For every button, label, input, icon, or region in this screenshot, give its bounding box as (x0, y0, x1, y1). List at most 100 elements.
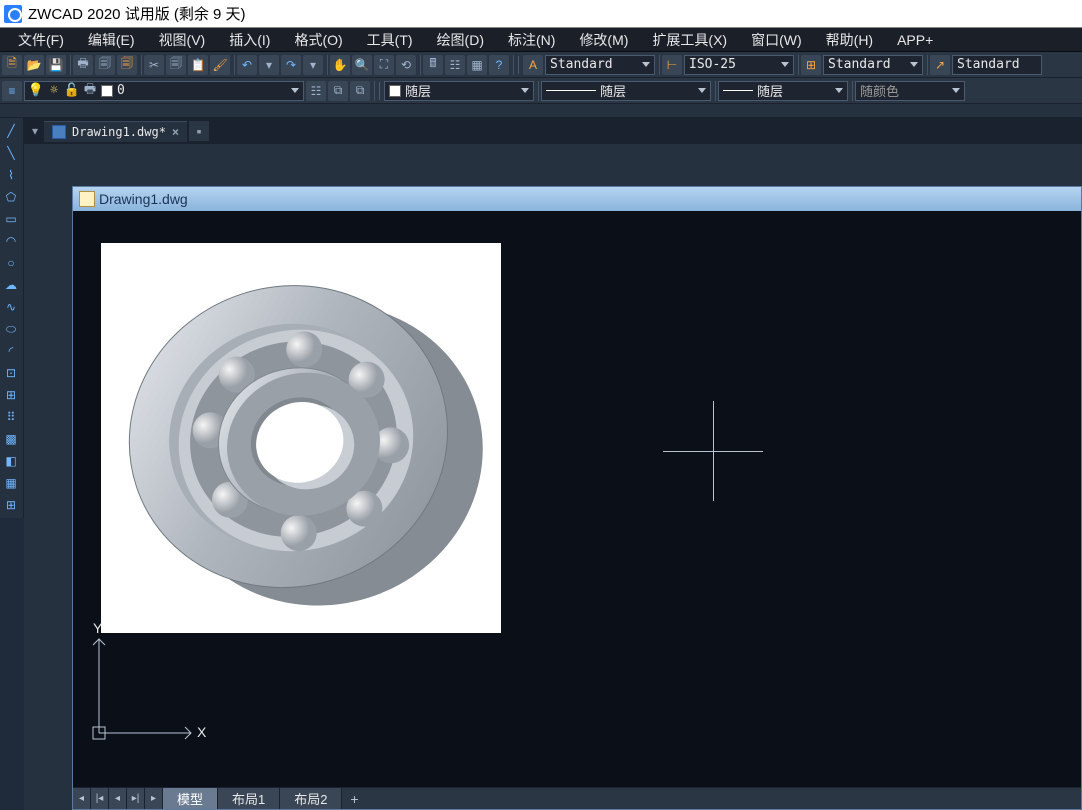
layer-state-icon[interactable]: ☷ (306, 81, 326, 101)
drawing-canvas[interactable]: X Y (73, 211, 1081, 787)
table-style-select[interactable]: Standard (823, 55, 923, 75)
layer-lightbulb-icon: 💡 (29, 84, 43, 98)
rectangle-icon[interactable]: ▭ (2, 210, 20, 228)
window-title: ZWCAD 2020 试用版 (剩余 9 天) (28, 3, 246, 24)
plotstyle-select[interactable]: 随颜色 (855, 81, 965, 101)
ucs-icon: X Y (81, 621, 211, 751)
gradient-icon[interactable]: ◧ (2, 452, 20, 470)
table-style-icon[interactable]: ⊞ (801, 55, 821, 75)
menu-format[interactable]: 格式(O) (282, 27, 354, 53)
undo-icon[interactable]: ↶ (237, 55, 257, 75)
multileader-style-select[interactable]: Standard (952, 55, 1042, 75)
document-tab[interactable]: Drawing1.dwg* × (44, 121, 187, 142)
color-value: 随层 (405, 81, 431, 100)
line-icon[interactable]: ╱ (2, 122, 20, 140)
text-style-select[interactable]: Standard (545, 55, 655, 75)
insert-block-icon[interactable]: ⊡ (2, 364, 20, 382)
dropdown-icon (952, 88, 960, 93)
arc-icon[interactable]: ◠ (2, 232, 20, 250)
drawing-window: Drawing1.dwg (72, 186, 1082, 810)
layer-isolate-icon[interactable]: ⧉ (350, 81, 370, 101)
properties-icon[interactable]: ☷ (445, 55, 465, 75)
pan-icon[interactable]: ✋ (330, 55, 350, 75)
draw-toolbar: ╱ ╲ ⌇ ⬠ ▭ ◠ ○ ☁ ∿ ⬭ ◜ ⊡ ⊞ ⠿ ▩ ◧ ▦ ⊞ (0, 118, 24, 518)
copy-icon[interactable]: 🗐 (166, 55, 186, 75)
hatch-icon[interactable]: ▩ (2, 430, 20, 448)
cut-icon[interactable]: ✂ (144, 55, 164, 75)
circle-icon[interactable]: ○ (2, 254, 20, 272)
ellipse-icon[interactable]: ⬭ (2, 320, 20, 338)
zoom-window-icon[interactable]: ⛶ (374, 55, 394, 75)
add-layout-icon[interactable]: + (342, 788, 366, 809)
ucs-x-label: X (197, 724, 207, 740)
layer-color-swatch (101, 85, 113, 97)
redo-icon[interactable]: ↷ (281, 55, 301, 75)
layer-manager-icon[interactable]: ≡ (2, 81, 22, 101)
new-tab-button[interactable]: ▪ (189, 121, 209, 141)
layout-tabs-strip: ◂ |◂ ◂ ▸| ▸ 模型 布局1 布局2 + (73, 787, 1081, 809)
tab-last-icon[interactable]: ▸| (127, 788, 145, 809)
tab-prev-icon[interactable]: |◂ (91, 788, 109, 809)
linetype-select[interactable]: 随层 (541, 81, 711, 101)
polygon-icon[interactable]: ⬠ (2, 188, 20, 206)
layout2-tab[interactable]: 布局2 (280, 788, 342, 809)
layer-print-icon: 🖶 (83, 84, 97, 98)
bearing-illustration-icon (101, 243, 501, 633)
menu-express[interactable]: 扩展工具(X) (640, 27, 739, 53)
menu-view[interactable]: 视图(V) (147, 27, 218, 53)
menu-draw[interactable]: 绘图(D) (425, 27, 496, 53)
save-file-icon[interactable]: 💾 (46, 55, 66, 75)
menu-app[interactable]: APP+ (885, 29, 945, 51)
close-tab-icon[interactable]: × (172, 125, 179, 139)
menubar: 文件(F) 编辑(E) 视图(V) 插入(I) 格式(O) 工具(T) 绘图(D… (0, 28, 1082, 52)
match-properties-icon[interactable]: 🖌 (210, 55, 230, 75)
xline-icon[interactable]: ╲ (2, 144, 20, 162)
layer-name: 0 (117, 83, 125, 98)
redo-dropdown-icon[interactable]: ▾ (303, 55, 323, 75)
layout1-tab[interactable]: 布局1 (218, 788, 280, 809)
region-icon[interactable]: ▦ (2, 474, 20, 492)
point-icon[interactable]: ⠿ (2, 408, 20, 426)
color-select[interactable]: 随层 (384, 81, 534, 101)
zoom-previous-icon[interactable]: ⟲ (396, 55, 416, 75)
open-file-icon[interactable]: 📂 (24, 55, 44, 75)
ellipse-arc-icon[interactable]: ◜ (2, 342, 20, 360)
tab-first-icon[interactable]: ◂ (73, 788, 91, 809)
design-center-icon[interactable]: ▦ (467, 55, 487, 75)
table-icon[interactable]: ⊞ (2, 496, 20, 514)
menu-edit[interactable]: 编辑(E) (76, 27, 147, 53)
publish-icon[interactable]: 🗐 (117, 55, 137, 75)
dim-style-select[interactable]: ISO-25 (684, 55, 794, 75)
drawing-window-titlebar[interactable]: Drawing1.dwg (73, 187, 1081, 211)
make-block-icon[interactable]: ⊞ (2, 386, 20, 404)
dropdown-icon (781, 62, 789, 67)
zoom-realtime-icon[interactable]: 🔍 (352, 55, 372, 75)
lineweight-select[interactable]: 随层 (718, 81, 848, 101)
new-file-icon[interactable]: 🗎 (2, 55, 22, 75)
menu-dimension[interactable]: 标注(N) (496, 27, 567, 53)
help-icon[interactable]: ? (489, 55, 509, 75)
layer-select[interactable]: 💡 ☼ 🔓 🖶 0 (24, 81, 304, 101)
menu-window[interactable]: 窗口(W) (739, 27, 814, 53)
spline-icon[interactable]: ∿ (2, 298, 20, 316)
tab-end-icon[interactable]: ▸ (145, 788, 163, 809)
revision-cloud-icon[interactable]: ☁ (2, 276, 20, 294)
print-icon[interactable]: 🖶 (73, 55, 93, 75)
polyline-icon[interactable]: ⌇ (2, 166, 20, 184)
tabs-scroll-left-icon[interactable]: ▾ (28, 124, 42, 138)
menu-insert[interactable]: 插入(I) (217, 27, 282, 53)
menu-file[interactable]: 文件(F) (6, 27, 76, 53)
text-style-icon[interactable]: A (523, 55, 543, 75)
tab-next-icon[interactable]: ◂ (109, 788, 127, 809)
layer-previous-icon[interactable]: ⧉ (328, 81, 348, 101)
menu-tools[interactable]: 工具(T) (355, 27, 425, 53)
paste-icon[interactable]: 📋 (188, 55, 208, 75)
calculator-icon[interactable]: 🖩 (423, 55, 443, 75)
print-preview-icon[interactable]: 🗐 (95, 55, 115, 75)
multileader-style-icon[interactable]: ↗ (930, 55, 950, 75)
menu-help[interactable]: 帮助(H) (814, 27, 885, 53)
model-tab[interactable]: 模型 (163, 788, 218, 809)
undo-dropdown-icon[interactable]: ▾ (259, 55, 279, 75)
dim-style-icon[interactable]: ⊢ (662, 55, 682, 75)
menu-modify[interactable]: 修改(M) (567, 27, 640, 53)
